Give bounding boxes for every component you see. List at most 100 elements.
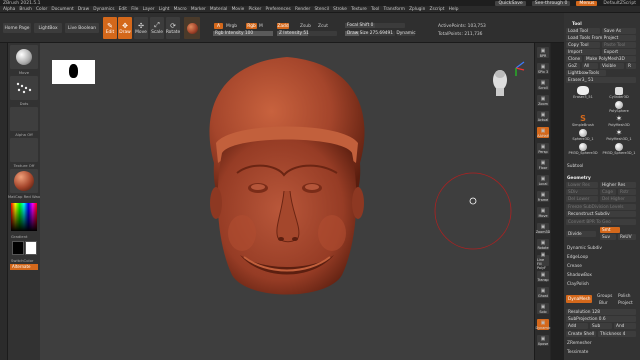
menu-movie[interactable]: Movie <box>232 7 245 12</box>
shelf-move-button[interactable]: ▣ Move <box>537 207 549 218</box>
main-color-swatch[interactable] <box>12 241 24 255</box>
alpha-selector[interactable]: Alpha Off <box>9 107 39 137</box>
sdiv-slider[interactable]: SDiv <box>566 189 598 195</box>
goz-button[interactable]: GoZ <box>566 63 580 69</box>
lower-res-button[interactable]: Lower Res <box>566 182 598 188</box>
dynamic-size-button[interactable]: Dynamic <box>396 31 416 36</box>
zremesher-header[interactable]: ZRemesher <box>567 341 592 346</box>
and-button[interactable]: And <box>614 323 636 329</box>
menu-macro[interactable]: Macro <box>174 7 187 12</box>
menu-light[interactable]: Light <box>159 7 170 12</box>
shelf-zoom3d-button[interactable]: ▣ Zoom3D <box>536 223 550 234</box>
current-tool-slider[interactable]: Eraser3_ 51 <box>566 77 636 83</box>
shelf-scroll-button[interactable]: ▣ Scroll <box>537 79 549 90</box>
color-picker[interactable] <box>11 203 37 231</box>
mrgb-toggle[interactable]: Mrgb <box>226 24 237 29</box>
menu-picker[interactable]: Picker <box>248 7 261 12</box>
tray-scrollbar[interactable] <box>551 43 564 360</box>
load-tools-from-project-button[interactable]: Load Tools From Project <box>566 35 636 41</box>
lightbox-button[interactable]: LightBox <box>34 23 62 33</box>
r-button[interactable]: R <box>626 63 636 69</box>
shelf-solo-button[interactable]: ▣ Solo <box>537 303 549 314</box>
del-lower-button[interactable]: Del Lower <box>566 196 598 202</box>
shelf-aahalf-button[interactable]: ▣ AAHalf <box>537 127 549 138</box>
load-tool-button[interactable]: Load Tool <box>566 28 600 34</box>
menu-render[interactable]: Render <box>295 7 310 12</box>
gradient-label[interactable]: Gradient <box>11 234 28 239</box>
clone-button[interactable]: Clone <box>566 56 582 62</box>
visible-button[interactable]: Visible <box>600 63 624 69</box>
live-boolean-button[interactable]: Live Boolean <box>65 23 99 33</box>
menu-file[interactable]: File <box>131 7 138 12</box>
rgb-intensity-slider[interactable]: Rgb Intensity 100 <box>213 31 273 36</box>
menu-stencil[interactable]: Stencil <box>314 7 329 12</box>
see-through-slider[interactable]: See-through 0 <box>531 0 571 6</box>
texture-selector[interactable]: Texture Off <box>9 138 39 168</box>
secondary-color-swatch[interactable] <box>25 241 37 255</box>
create-shell-button[interactable]: Create Shell <box>566 331 596 337</box>
menu-tool[interactable]: Tool <box>371 7 379 12</box>
edgeloop-header[interactable]: EdgeLoop <box>567 255 588 260</box>
brush-selector[interactable]: Move <box>9 45 39 75</box>
m-toggle[interactable]: M <box>259 24 263 29</box>
resolution-slider[interactable]: Resolution 128 <box>566 309 636 315</box>
tool-thumb-pm3d-sphere3d[interactable]: PM3D_Sphere3D <box>566 141 600 155</box>
rgb-toggle[interactable]: Rgb <box>246 23 257 29</box>
thickness-slider[interactable]: Thickness 4 <box>598 331 636 337</box>
subprojection-slider[interactable]: SubProjection 0.6 <box>566 316 636 322</box>
save-as-button[interactable]: Save As <box>602 28 636 34</box>
draw-size-slider[interactable]: Draw Size 275.69491 <box>345 31 395 36</box>
del-higher-button[interactable]: Del Higher <box>600 196 636 202</box>
make-polymesh-button[interactable]: Make PolyMesh3D <box>584 56 636 62</box>
copy-tool-button[interactable]: Copy Tool <box>566 42 600 48</box>
divide-button[interactable]: Divide <box>566 231 596 237</box>
tool-thumb-simplebrush[interactable]: S SimpleBrush <box>566 113 600 128</box>
rotate-mode-button[interactable]: ⟳ Rotate <box>166 17 180 39</box>
tool-thumb-polysphere[interactable]: PolySphere <box>602 99 636 113</box>
suv-toggle[interactable]: Suv <box>600 234 616 240</box>
dynamic-subdiv-header[interactable]: Dynamic Subdiv <box>567 246 602 251</box>
menu-transform[interactable]: Transform <box>384 7 405 12</box>
polish-toggle[interactable]: Polish <box>618 294 630 299</box>
cage-button[interactable]: Cage <box>600 189 616 195</box>
tool-thumb-cylinder3d[interactable]: Cylinder3D <box>602 85 636 99</box>
shadowbox-header[interactable]: ShadowBox <box>567 273 592 278</box>
convert-bpr-button[interactable]: Convert BPR To Geo <box>566 219 636 225</box>
paste-tool-button[interactable]: Paste Tool <box>602 42 636 48</box>
crease-header[interactable]: Crease <box>567 264 582 269</box>
sub-button[interactable]: Sub <box>590 323 612 329</box>
z-intensity-slider[interactable]: Z Intensity 51 <box>277 31 337 36</box>
menus-button[interactable]: Menus <box>576 0 598 6</box>
menu-preferences[interactable]: Preferences <box>265 7 290 12</box>
edit-mode-button[interactable]: ✎ Edit <box>103 17 117 39</box>
shelf-spix-3-button[interactable]: ▣ SPix 3 <box>537 63 549 74</box>
blur-slider[interactable]: Blur <box>599 301 608 306</box>
shelf-zoom-button[interactable]: ▣ Zoom <box>537 95 549 106</box>
menu-zplugin[interactable]: Zplugin <box>409 7 425 12</box>
subtool-header[interactable]: Subtool <box>567 164 583 169</box>
sculpted-head-model[interactable] <box>192 43 382 315</box>
shelf-line-fill-polyf-button[interactable]: ▣ Line Fill PolyF <box>537 252 549 270</box>
orientation-gizmo[interactable] <box>484 58 526 102</box>
material-selector[interactable]: MatCap Red Wax <box>8 169 40 199</box>
groups-toggle[interactable]: Groups <box>597 294 612 299</box>
shelf-persp-button[interactable]: ▣ Persp <box>537 143 549 154</box>
shelf-frame-button[interactable]: ▣ Frame <box>537 191 549 202</box>
zcut-toggle[interactable]: Zcut <box>318 24 328 29</box>
menu-marker[interactable]: Marker <box>191 7 206 12</box>
smt-toggle[interactable]: Smt <box>600 227 620 233</box>
zsub-toggle[interactable]: Zsub <box>300 24 311 29</box>
draw-mode-button[interactable]: ✥ Draw <box>118 17 132 39</box>
menu-color[interactable]: Color <box>36 7 47 12</box>
alternate-button[interactable]: Alternate <box>10 264 38 270</box>
shelf-actual-button[interactable]: ▣ Actual <box>537 111 549 122</box>
home-page-button[interactable]: Home Page <box>3 23 31 33</box>
freeze-subdivision-button[interactable]: Freeze SubDivision Levels <box>566 204 636 210</box>
quicksave-button[interactable]: QuickSave <box>495 0 526 6</box>
shelf-bpr-button[interactable]: ▣ BPR <box>537 47 549 58</box>
all-button[interactable]: All <box>582 63 598 69</box>
higher-res-button[interactable]: Higher Res <box>600 182 636 188</box>
a-toggle[interactable]: A <box>214 23 223 29</box>
menu-layer[interactable]: Layer <box>143 7 155 12</box>
menu-help[interactable]: Help <box>449 7 459 12</box>
